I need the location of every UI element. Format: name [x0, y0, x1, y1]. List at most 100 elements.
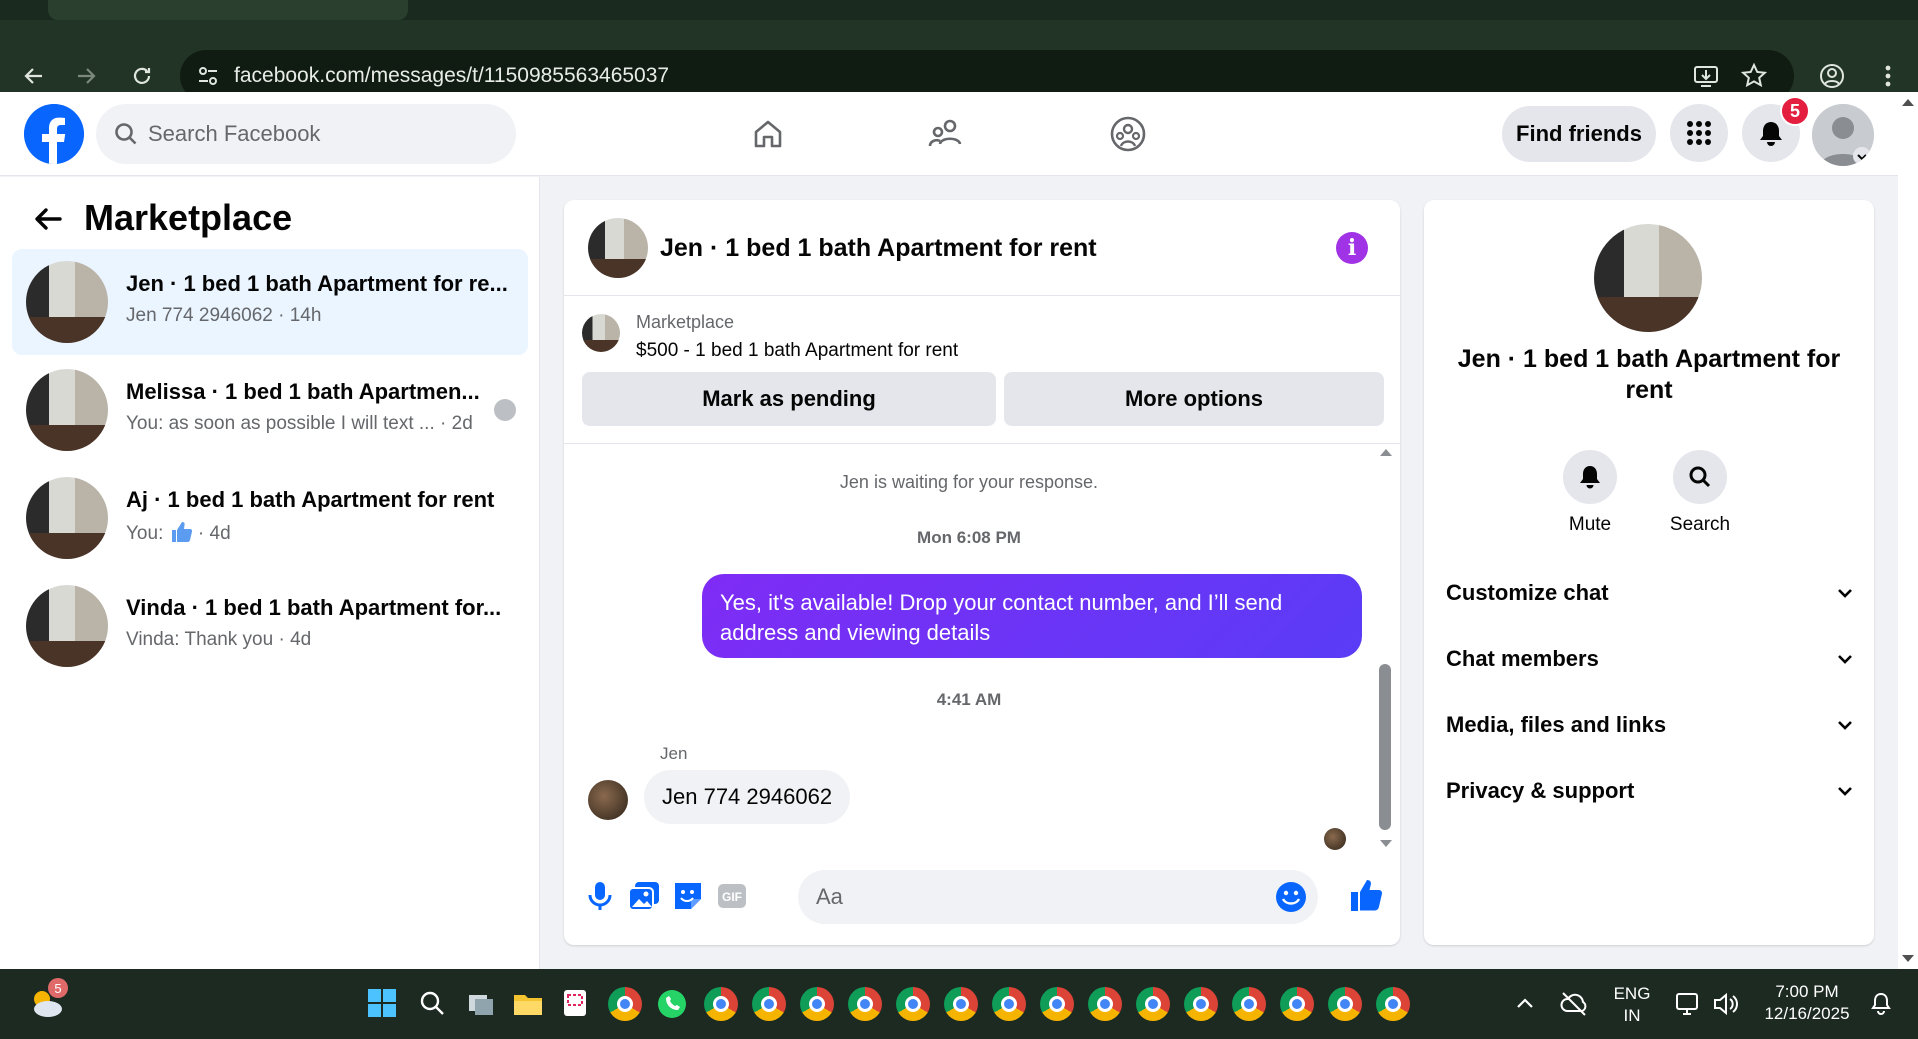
clock[interactable]: 7:00 PM 12/16/2025	[1752, 981, 1862, 1025]
search-label: Search	[1669, 514, 1731, 535]
chat-title[interactable]: Jen · 1 bed 1 bath Apartment for rent	[660, 234, 1097, 263]
section-label: Media, files and links	[1446, 712, 1667, 737]
conversation-item[interactable]: Vinda · 1 bed 1 bath Apartment for... Vi…	[12, 573, 528, 679]
listing-price-title[interactable]: $500 - 1 bed 1 bath Apartment for rent	[636, 340, 958, 362]
chrome-app-icon[interactable]	[704, 987, 738, 1021]
forward-icon[interactable]	[66, 56, 106, 96]
reload-icon[interactable]	[122, 56, 162, 96]
sticker-icon[interactable]	[670, 878, 706, 914]
chat-members-row[interactable]: Chat members	[1446, 634, 1856, 684]
chrome-app-icon[interactable]	[1136, 987, 1170, 1021]
chrome-app-icon[interactable]	[1040, 987, 1074, 1021]
thumbs-up-icon	[171, 522, 192, 542]
photo-gallery-icon[interactable]	[626, 878, 662, 914]
chrome-app-icon[interactable]	[1280, 987, 1314, 1021]
menu-grid-icon[interactable]	[1670, 104, 1728, 162]
weather-badge: 5	[48, 978, 68, 998]
file-explorer-icon[interactable]	[512, 989, 544, 1019]
page-scrollbar[interactable]	[1898, 92, 1918, 969]
notification-badge: 5	[1780, 96, 1810, 126]
chrome-app-icon[interactable]	[1184, 987, 1218, 1021]
mute-button[interactable]: Mute	[1540, 450, 1640, 536]
message-input[interactable]	[816, 870, 1256, 924]
chevron-down-icon	[1838, 589, 1852, 598]
listing-thumbnail	[582, 314, 620, 352]
region-code: IN	[1623, 1006, 1641, 1025]
media-files-links-row[interactable]: Media, files and links	[1446, 700, 1856, 750]
notification-center-icon[interactable]	[1868, 991, 1894, 1017]
conversation-preview: You: · 4d	[126, 521, 231, 545]
back-icon[interactable]	[14, 56, 54, 96]
network-icon[interactable]	[1674, 991, 1702, 1017]
conversation-list-panel: Marketplace Jen · 1 bed 1 bath Apartment…	[0, 177, 540, 969]
friends-nav-icon[interactable]	[922, 108, 974, 160]
chrome-app-icon[interactable]	[944, 987, 978, 1021]
profile-icon[interactable]	[1812, 56, 1852, 96]
conversation-item[interactable]: Aj · 1 bed 1 bath Apartment for rent You…	[12, 465, 528, 571]
emoji-icon[interactable]	[1274, 880, 1308, 914]
chrome-app-icon[interactable]	[1376, 987, 1410, 1021]
taskbar-search-icon[interactable]	[418, 989, 448, 1019]
timestamp: 4:41 AM	[936, 690, 1002, 709]
section-label: Privacy & support	[1446, 778, 1635, 803]
snipping-tool-icon[interactable]	[560, 987, 590, 1019]
conversation-item[interactable]: Jen · 1 bed 1 bath Apartment for re... J…	[12, 249, 528, 355]
cloud-offline-icon[interactable]	[1560, 991, 1588, 1017]
chrome-app-icon[interactable]	[1328, 987, 1362, 1021]
url-text[interactable]: facebook.com/messages/t/1150985563465037	[234, 64, 669, 88]
chrome-app-icon[interactable]	[896, 987, 930, 1021]
customize-chat-row[interactable]: Customize chat	[1446, 568, 1856, 618]
groups-nav-icon[interactable]	[1102, 108, 1154, 160]
chrome-app-icon[interactable]	[608, 987, 642, 1021]
back-arrow-icon[interactable]	[28, 199, 68, 239]
browser-menu-icon[interactable]	[1868, 56, 1908, 96]
bookmark-star-icon[interactable]	[1740, 62, 1768, 90]
chevron-up-icon[interactable]	[1514, 993, 1536, 1015]
clock-date: 12/16/2025	[1764, 1004, 1850, 1023]
listing-thumbnail	[26, 585, 108, 667]
conversation-preview: Vinda: Thank you · 4d	[126, 629, 312, 650]
contact-photo[interactable]	[1594, 224, 1702, 332]
search-icon	[1689, 466, 1711, 488]
whatsapp-app-icon[interactable]	[655, 987, 689, 1021]
windows-start-icon[interactable]	[366, 987, 398, 1019]
chrome-app-icon[interactable]	[800, 987, 834, 1021]
like-send-icon[interactable]	[1348, 878, 1384, 914]
search-input[interactable]	[148, 104, 498, 164]
chevron-down-icon	[1838, 787, 1852, 796]
conversation-item[interactable]: Melissa · 1 bed 1 bath Apartmen... You: …	[12, 357, 528, 463]
conversation-name: Aj · 1 bed 1 bath Apartment for rent	[126, 487, 495, 512]
chrome-app-icon[interactable]	[1088, 987, 1122, 1021]
chevron-down-icon	[1838, 655, 1852, 664]
microphone-icon[interactable]	[582, 878, 618, 914]
facebook-search[interactable]	[96, 104, 516, 164]
facebook-logo[interactable]	[24, 104, 84, 164]
language-indicator[interactable]: ENG IN	[1604, 983, 1660, 1027]
info-icon[interactable]: i	[1336, 232, 1368, 264]
chat-avatar[interactable]	[588, 218, 648, 278]
chrome-app-icon[interactable]	[992, 987, 1026, 1021]
chevron-down-icon	[1838, 721, 1852, 730]
message-input-wrap	[798, 870, 1318, 924]
mark-pending-button[interactable]: Mark as pending	[582, 372, 996, 426]
chrome-app-icon[interactable]	[848, 987, 882, 1021]
account-avatar[interactable]	[1812, 104, 1874, 166]
privacy-support-row[interactable]: Privacy & support	[1446, 766, 1856, 816]
clock-time: 7:00 PM	[1775, 982, 1839, 1001]
site-settings-icon[interactable]	[194, 62, 222, 90]
chrome-app-icon[interactable]	[1232, 987, 1266, 1021]
browser-tab[interactable]	[48, 0, 408, 20]
panel-title: Marketplace	[84, 197, 293, 238]
message-scrollbar-thumb[interactable]	[1379, 664, 1391, 830]
listing-thumbnail	[26, 261, 108, 343]
volume-icon[interactable]	[1712, 991, 1740, 1017]
gif-icon[interactable]: GIF	[714, 878, 750, 914]
message-composer: GIF	[564, 856, 1400, 936]
more-options-button[interactable]: More options	[1004, 372, 1384, 426]
install-app-icon[interactable]	[1692, 62, 1720, 90]
find-friends-button[interactable]: Find friends	[1502, 106, 1656, 162]
home-nav-icon[interactable]	[742, 108, 794, 160]
task-view-icon[interactable]	[466, 989, 496, 1019]
chrome-app-icon[interactable]	[752, 987, 786, 1021]
search-in-chat-button[interactable]: Search	[1650, 450, 1750, 536]
